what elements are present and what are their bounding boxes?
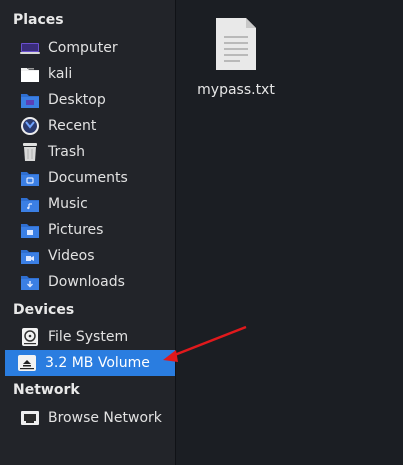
places-section-title: Places bbox=[13, 12, 64, 28]
sidebar-item-computer[interactable]: Computer bbox=[8, 35, 175, 61]
downloads-folder-icon bbox=[20, 272, 40, 292]
documents-folder-icon bbox=[20, 168, 40, 188]
sidebar-item-videos[interactable]: Videos bbox=[8, 243, 175, 269]
home-folder-icon bbox=[20, 64, 40, 84]
trash-icon bbox=[20, 142, 40, 162]
desktop-folder-icon bbox=[20, 90, 40, 110]
sidebar-item-browse-network[interactable]: Browse Network bbox=[8, 405, 175, 431]
removable-drive-icon bbox=[17, 353, 37, 373]
sidebar-item-kali[interactable]: kali bbox=[8, 61, 175, 87]
sidebar: Places Computer kali Desktop Recent Tras… bbox=[0, 0, 176, 465]
sidebar-item-desktop[interactable]: Desktop bbox=[8, 87, 175, 113]
videos-folder-icon bbox=[20, 246, 40, 266]
network-icon bbox=[20, 408, 40, 428]
music-folder-icon bbox=[20, 194, 40, 214]
file-item-mypass[interactable]: mypass.txt bbox=[186, 16, 286, 98]
sidebar-item-pictures[interactable]: Pictures bbox=[8, 217, 175, 243]
text-file-icon bbox=[214, 16, 258, 76]
sidebar-item-documents[interactable]: Documents bbox=[8, 165, 175, 191]
file-name-label: mypass.txt bbox=[197, 82, 275, 98]
sidebar-item-file-system[interactable]: File System bbox=[8, 324, 175, 350]
devices-section-title: Devices bbox=[13, 302, 75, 318]
sidebar-item-recent[interactable]: Recent bbox=[8, 113, 175, 139]
sidebar-item-music[interactable]: Music bbox=[8, 191, 175, 217]
sidebar-item-3-2-mb-volume[interactable]: 3.2 MB Volume bbox=[5, 350, 175, 376]
file-manager-window: Places Computer kali Desktop Recent Tras… bbox=[0, 0, 403, 465]
recent-icon bbox=[20, 116, 40, 136]
network-section-title: Network bbox=[13, 382, 80, 398]
hard-drive-icon bbox=[20, 327, 40, 347]
computer-icon bbox=[20, 38, 40, 58]
sidebar-item-trash[interactable]: Trash bbox=[8, 139, 175, 165]
pictures-folder-icon bbox=[20, 220, 40, 240]
sidebar-item-downloads[interactable]: Downloads bbox=[8, 269, 175, 295]
